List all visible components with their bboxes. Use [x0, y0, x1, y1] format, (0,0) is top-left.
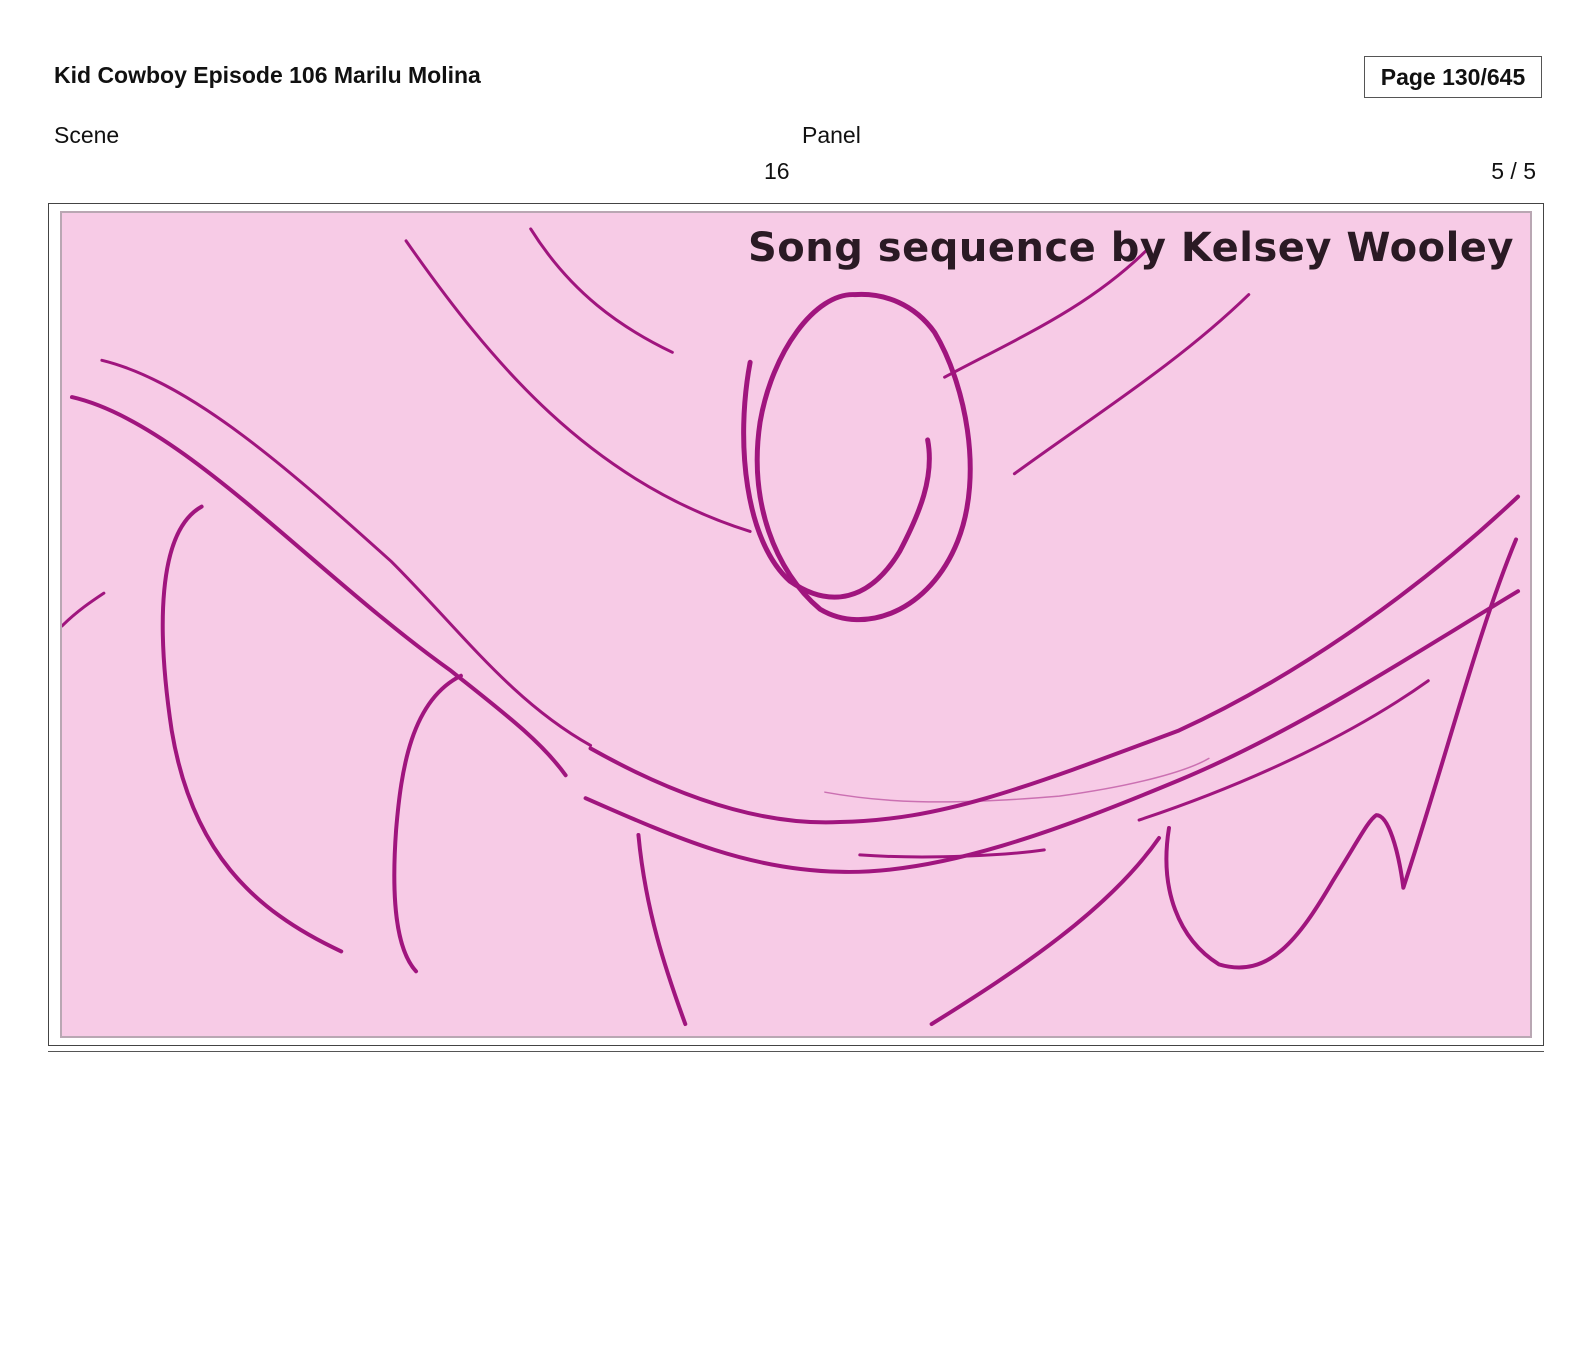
- page-indicator: Page 130/645: [1364, 56, 1542, 98]
- sketch-curve-main: [588, 494, 1521, 825]
- sketch-egg-inner: [741, 359, 932, 600]
- scene-label: Scene: [54, 122, 120, 148]
- sketch-left-arc: [160, 504, 344, 954]
- sketch-curve-mid: [69, 395, 568, 778]
- panel-number: 5 / 5: [1491, 158, 1536, 184]
- sketch-right-squiggle: [1164, 537, 1519, 970]
- storyboard-panel-image: Song sequence by Kelsey Wooley: [60, 211, 1532, 1038]
- sketch-egg-outer: [754, 291, 973, 623]
- sketch-curve-top: [100, 358, 593, 747]
- scene-number: 16: [764, 158, 790, 184]
- sketch-left-hook: [392, 673, 463, 974]
- sketch-curve-right: [1137, 679, 1430, 822]
- sketch-curve-short: [858, 848, 1046, 859]
- sketch-curve-lower: [583, 589, 1521, 874]
- sketch-faint-line: [824, 757, 1210, 803]
- document-title: Kid Cowboy Episode 106 Marilu Molina: [54, 62, 481, 88]
- bottom-divider: [48, 1051, 1544, 1052]
- sketch-line-1: [404, 239, 752, 533]
- storyboard-frame: Song sequence by Kelsey Wooley: [48, 203, 1544, 1046]
- sketch-left-edge: [62, 591, 106, 628]
- storyboard-sketch: [62, 227, 1521, 1027]
- sketch-line-2: [529, 227, 674, 354]
- panel-label: Panel: [802, 122, 861, 148]
- sketch-bottom-left: [636, 832, 688, 1027]
- panel-caption: Song sequence by Kelsey Wooley: [747, 225, 1514, 271]
- sketch-bottom-mid: [929, 835, 1162, 1027]
